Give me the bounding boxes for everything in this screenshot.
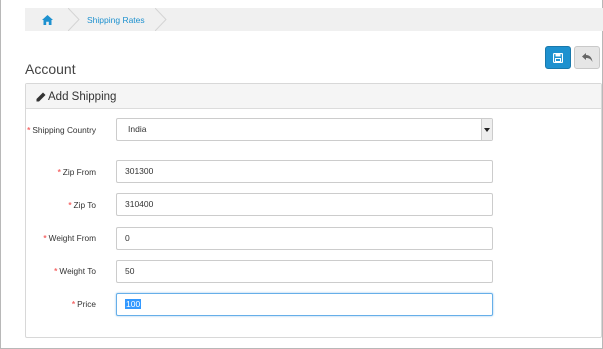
weight-to-input[interactable]: 50: [116, 260, 493, 283]
shipping-country-label: * Shipping Country: [26, 124, 96, 150]
back-button[interactable]: [574, 46, 600, 69]
chevron-down-icon[interactable]: [481, 119, 492, 140]
price-value-selected: 100: [125, 299, 142, 309]
required-marker: *: [54, 266, 58, 276]
breadcrumb-separator: [68, 8, 80, 31]
save-icon: [553, 52, 563, 63]
weight-to-label: * Weight To: [26, 265, 96, 278]
breadcrumb-separator: [155, 8, 167, 31]
price-label: * Price: [26, 298, 96, 311]
home-icon: [42, 14, 53, 25]
panel-heading: Add Shipping: [26, 84, 601, 109]
zip-from-input[interactable]: 301300: [116, 160, 493, 183]
price-input[interactable]: 100: [116, 293, 493, 316]
weight-from-input[interactable]: 0: [116, 227, 493, 250]
breadcrumb-home[interactable]: [25, 8, 70, 31]
required-marker: *: [68, 200, 72, 210]
shipping-country-select[interactable]: India: [116, 118, 493, 141]
required-marker: *: [43, 233, 47, 243]
shipping-country-value: India: [128, 124, 147, 134]
shipping-country-label-text: Shipping Country: [32, 125, 96, 135]
panel-title: Add Shipping: [48, 91, 117, 103]
weight-from-label-text: Weight From: [48, 233, 96, 243]
required-marker: *: [57, 167, 61, 177]
required-marker: *: [27, 125, 31, 135]
page-title: Account: [25, 61, 76, 77]
weight-to-label-text: Weight To: [59, 266, 96, 276]
zip-to-label: * Zip To: [26, 199, 96, 212]
breadcrumb-item-shipping-rates[interactable]: Shipping Rates: [87, 13, 162, 27]
zip-to-input[interactable]: 310400: [116, 193, 493, 216]
price-label-text: Price: [77, 299, 96, 309]
pencil-icon: [36, 92, 46, 102]
zip-to-label-text: Zip To: [73, 200, 96, 210]
required-marker: *: [71, 299, 76, 309]
zip-from-label-text: Zip From: [62, 167, 96, 177]
weight-from-label: * Weight From: [26, 232, 96, 245]
zip-from-label: * Zip From: [26, 166, 96, 179]
save-button[interactable]: [545, 46, 571, 69]
breadcrumb: Shipping Rates: [25, 8, 603, 31]
reply-icon: [581, 53, 592, 62]
